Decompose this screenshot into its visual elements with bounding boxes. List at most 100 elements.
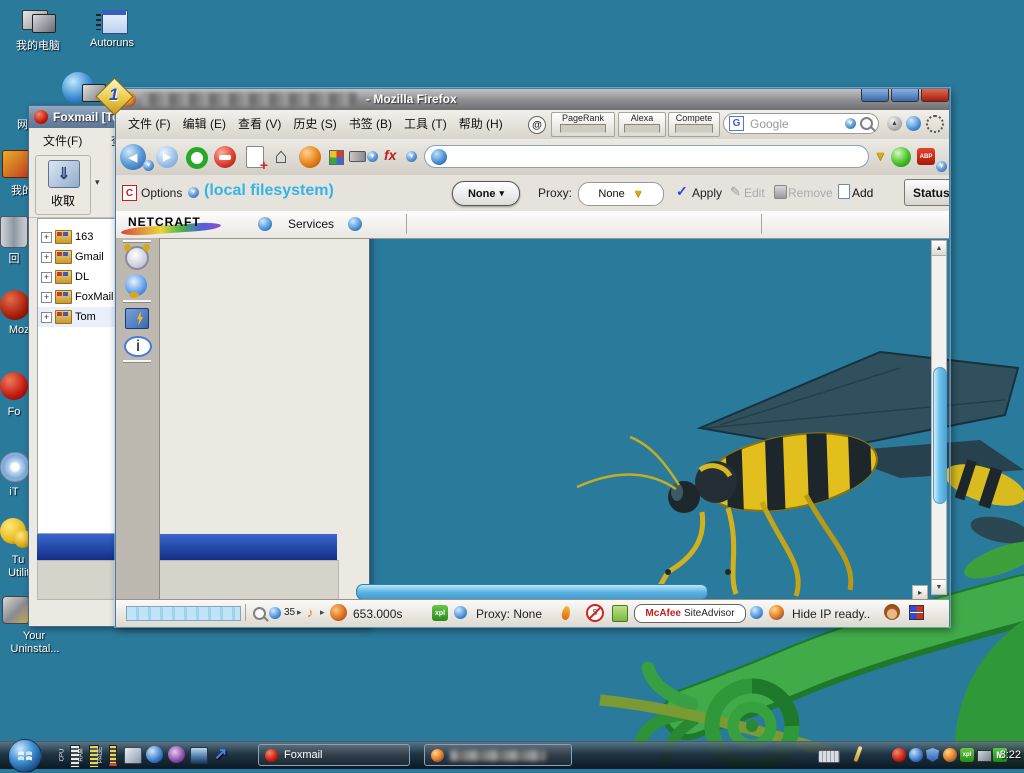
quicklaunch-icon-1[interactable] bbox=[124, 747, 142, 764]
vertical-scroll-thumb[interactable] bbox=[933, 367, 947, 504]
block-icon[interactable]: S bbox=[586, 604, 604, 622]
green-board-icon[interactable] bbox=[612, 605, 628, 622]
netcraft-services-label[interactable]: Services bbox=[288, 217, 334, 231]
search-flower-icon[interactable] bbox=[125, 274, 147, 296]
foxmail-desktop-icon[interactable] bbox=[0, 372, 28, 400]
taskbar-button-browser[interactable] bbox=[424, 744, 572, 766]
zoom-orb-icon[interactable] bbox=[269, 607, 281, 619]
zoom-expander-arrow[interactable]: ▸ bbox=[297, 607, 302, 618]
expand-plus-icon[interactable]: + bbox=[41, 292, 52, 303]
firefox-globe-icon[interactable] bbox=[769, 605, 784, 620]
netcraft-refresh-icon[interactable] bbox=[258, 217, 272, 231]
tree-label[interactable]: 163 bbox=[75, 231, 93, 243]
proxy-mode-button[interactable]: None ▾ bbox=[452, 181, 520, 206]
timer-text[interactable]: 653.000s bbox=[353, 607, 402, 621]
tree-item-tom[interactable]: + Tom bbox=[38, 307, 118, 327]
netcraft-logo[interactable]: NETCRAFT bbox=[128, 215, 201, 229]
foxmail-menu-file[interactable]: 文件(F) bbox=[37, 129, 88, 152]
book-lightning-icon[interactable] bbox=[125, 308, 149, 329]
foxclocks-icon[interactable] bbox=[330, 604, 347, 621]
zoom-magnifier-icon[interactable] bbox=[253, 607, 266, 620]
music-expander-arrow[interactable]: ▸ bbox=[320, 607, 325, 618]
scroll-up-icon[interactable]: ▲ bbox=[887, 116, 902, 131]
my-computer-icon[interactable] bbox=[20, 8, 56, 36]
show-desktop-arrow-icon[interactable]: ↗ bbox=[214, 744, 227, 764]
expand-plus-icon[interactable]: + bbox=[41, 312, 52, 323]
tree-item-163[interactable]: + 163 bbox=[38, 227, 118, 247]
abp-dropdown-icon[interactable]: ▾ bbox=[936, 161, 947, 172]
tree-label[interactable]: FoxMail bbox=[75, 291, 114, 303]
green-orb-button[interactable] bbox=[891, 147, 911, 167]
expand-plus-icon[interactable]: + bbox=[41, 232, 52, 243]
info-bubble-icon[interactable]: i bbox=[124, 336, 152, 357]
flame-icon[interactable] bbox=[561, 605, 571, 620]
services-dropdown-icon[interactable] bbox=[348, 217, 362, 231]
horizontal-scroll-right-arrow[interactable]: ▸ bbox=[912, 585, 928, 600]
tray-icon-xpl[interactable]: xpl bbox=[960, 748, 974, 762]
foxyproxy-options-label[interactable]: Options bbox=[141, 186, 182, 200]
adblock-plus-icon[interactable]: ABP bbox=[917, 148, 935, 165]
taskbar-button-foxmail[interactable]: Foxmail bbox=[258, 744, 410, 766]
music-note-icon[interactable]: ♪ bbox=[307, 605, 314, 620]
add-button[interactable]: Add bbox=[852, 186, 873, 200]
uninstaller-icon[interactable] bbox=[2, 596, 30, 624]
expand-plus-icon[interactable]: + bbox=[41, 252, 52, 263]
uninstaller-label-1[interactable]: Your bbox=[4, 630, 64, 642]
ram-meter[interactable]: RAM bbox=[81, 744, 98, 767]
compete-indicator[interactable]: Compete bbox=[668, 112, 720, 137]
address-bar[interactable] bbox=[424, 145, 869, 168]
menu-edit[interactable]: 编辑 (E) bbox=[177, 112, 232, 135]
plugin-key-icon[interactable] bbox=[349, 151, 366, 162]
blue-orb-icon[interactable] bbox=[906, 116, 921, 131]
menu-help[interactable]: 帮助 (H) bbox=[453, 112, 509, 135]
expand-plus-icon[interactable]: + bbox=[41, 272, 52, 283]
receive-mail-button[interactable]: ⇓ 收取 bbox=[35, 155, 91, 215]
home-button[interactable]: ⌂ bbox=[269, 143, 293, 169]
maximize-button[interactable] bbox=[891, 89, 919, 102]
zoom-level-text[interactable]: 35 bbox=[284, 607, 295, 618]
status-button[interactable]: Status bbox=[904, 179, 949, 206]
tree-item-gmail[interactable]: + Gmail bbox=[38, 247, 118, 267]
menu-history[interactable]: 历史 (S) bbox=[287, 112, 342, 135]
remove-button[interactable]: Remove bbox=[788, 186, 833, 200]
horizontal-scroll-thumb[interactable] bbox=[356, 584, 708, 600]
scroll-up-arrow[interactable]: ▲ bbox=[932, 241, 946, 256]
menu-tools[interactable]: 工具 (T) bbox=[398, 112, 453, 135]
tray-icon-red-g[interactable] bbox=[892, 748, 906, 762]
menu-file[interactable]: 文件 (F) bbox=[122, 112, 177, 135]
itunes-label[interactable]: iT bbox=[0, 486, 28, 498]
reload-button[interactable] bbox=[186, 147, 208, 169]
foxyproxy-quickadd-icon[interactable]: ▼ bbox=[874, 148, 887, 163]
tree-label[interactable]: DL bbox=[75, 271, 89, 283]
apply-button[interactable]: Apply bbox=[692, 186, 722, 200]
foxyproxy-copy-icon[interactable]: C bbox=[122, 185, 137, 201]
edit-button[interactable]: Edit bbox=[744, 186, 765, 200]
options-dropdown-icon[interactable]: ▾ bbox=[188, 187, 199, 198]
seo-at-icon[interactable]: @ bbox=[528, 116, 546, 134]
tree-label[interactable]: Gmail bbox=[75, 251, 104, 263]
search-input[interactable] bbox=[748, 116, 841, 132]
tray-icon-firefox[interactable] bbox=[943, 748, 957, 762]
foxmail-desktop-label[interactable]: Fo bbox=[0, 406, 28, 418]
clock-text[interactable]: 8:22 bbox=[1000, 749, 1021, 761]
firefox-titlebar[interactable]: - Mozilla Firefox bbox=[116, 89, 949, 111]
search-go-icon[interactable] bbox=[860, 117, 873, 130]
tray-icon-globe-shield[interactable] bbox=[909, 748, 923, 762]
autoruns-label[interactable]: Autoruns bbox=[80, 37, 144, 49]
xpl-icon[interactable]: xpl bbox=[432, 605, 448, 621]
pagerank-indicator[interactable]: PageRank bbox=[551, 112, 615, 137]
quicklaunch-icon-3[interactable] bbox=[168, 746, 185, 763]
one-diamond-icon[interactable]: 1 bbox=[96, 78, 132, 114]
search-box[interactable]: G ▾ bbox=[723, 113, 879, 134]
cpu-meter[interactable]: CPU bbox=[62, 744, 79, 767]
tree-label[interactable]: Tom bbox=[75, 311, 96, 323]
split-grid-icon[interactable] bbox=[909, 605, 924, 620]
quicklaunch-icon-4[interactable] bbox=[190, 747, 208, 764]
plugin-dropdown-icon[interactable]: ▾ bbox=[367, 151, 378, 162]
itunes-icon[interactable] bbox=[0, 452, 30, 482]
alexa-indicator[interactable]: Alexa bbox=[618, 112, 666, 137]
page-meter[interactable]: PAGE bbox=[100, 744, 117, 767]
mozilla-icon[interactable] bbox=[0, 290, 30, 320]
fx-dropdown-icon[interactable]: ▾ bbox=[406, 151, 417, 162]
vertical-scrollbar[interactable]: ▲ ▼ bbox=[931, 240, 947, 595]
